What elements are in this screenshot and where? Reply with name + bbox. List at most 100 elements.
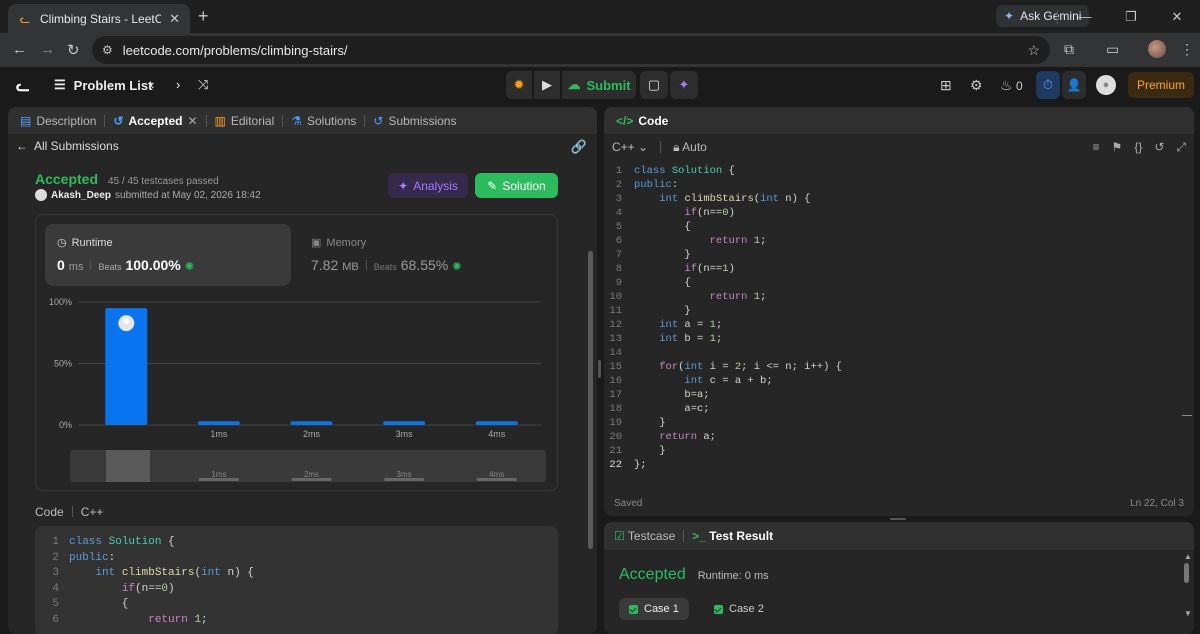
line-number: 6 <box>52 613 59 626</box>
new-tab-icon[interactable]: + <box>198 6 209 27</box>
code-line: 6 return 1; <box>604 234 1194 248</box>
scroll-up-icon[interactable]: ▲ <box>1184 552 1192 561</box>
memory-card[interactable]: ▣ Memory 7.82 MB Beats 68.55% ✺ <box>299 224 545 286</box>
code-line: 10 return 1; <box>604 290 1194 304</box>
problem-list-button[interactable]: ☰ Problem List <box>54 77 152 93</box>
chevron-down-icon: ⌄ <box>638 140 649 154</box>
scroll-down-icon[interactable]: ▼ <box>1184 609 1192 618</box>
expand-icon[interactable]: ⤢ <box>1176 140 1186 155</box>
language-select[interactable]: C++ ⌄ <box>612 140 648 154</box>
debug-icon[interactable]: ✹ <box>506 71 532 99</box>
bookmark-icon[interactable]: ⚑ <box>1112 140 1123 155</box>
vertical-resize-handle[interactable] <box>598 360 601 378</box>
timer-icon[interactable]: ⏱ <box>1036 71 1060 99</box>
cloud-upload-icon: ☁ <box>567 77 581 92</box>
scrollbar[interactable]: ▲ ▼ <box>1184 552 1192 632</box>
chart-bar <box>475 421 518 425</box>
chrome-menu-icon[interactable]: ⋮ <box>1180 41 1194 58</box>
code-text: class Solution { <box>634 165 735 177</box>
leetcode-logo-icon[interactable]: ᓚ <box>16 76 34 95</box>
shuffle-icon[interactable]: ⤨ <box>198 77 208 93</box>
analysis-button[interactable]: ✦ Analysis <box>388 173 468 198</box>
url-text[interactable]: leetcode.com/problems/climbing-stairs/ <box>123 43 348 58</box>
reload-icon[interactable]: ↻ <box>67 41 80 59</box>
divider <box>660 141 662 153</box>
add-user-icon[interactable]: 👤 <box>1062 71 1086 99</box>
line-number: 13 <box>609 333 622 345</box>
browser-tab[interactable]: ᓚ Climbing Stairs - LeetCode ✕ <box>8 4 190 33</box>
run-icon[interactable]: ▶ <box>534 71 560 99</box>
extensions-icon[interactable]: ⧉ <box>1064 41 1074 58</box>
ai-sparkle-icon[interactable]: ✦ <box>670 71 698 99</box>
runtime-card[interactable]: ◷ Runtime 0 ms Beats 100.00% ✺ <box>45 224 291 286</box>
copy-link-icon[interactable]: 🔗 <box>571 139 587 155</box>
tab-test-result[interactable]: >_ Test Result <box>692 529 773 543</box>
username[interactable]: Akash_Deep <box>51 190 111 201</box>
reset-icon[interactable]: ↺ <box>1154 140 1164 155</box>
submit-button[interactable]: ☁ Submit <box>562 71 636 99</box>
scroll-thumb[interactable] <box>1184 563 1189 583</box>
bookmark-star-icon[interactable]: ☆ <box>1027 42 1040 59</box>
scrollbar[interactable] <box>588 251 593 549</box>
layout-icon[interactable]: ⊞ <box>940 77 952 94</box>
x-tick-label: 3ms <box>396 429 414 439</box>
settings-gear-icon[interactable]: ⚙ <box>970 77 983 94</box>
close-tab-icon[interactable]: ✕ <box>169 11 180 27</box>
streak-count: 0 <box>1016 79 1023 93</box>
editor-toolbar: C++ ⌄ 🔒︎ Auto ≡ ⚑ {} ↺ ⤢ <box>604 134 1194 160</box>
horizontal-resize-handle[interactable] <box>890 518 906 520</box>
line-number: 12 <box>609 319 622 331</box>
minimize-icon[interactable]: — <box>1062 9 1108 24</box>
notes-icon[interactable]: ▢ <box>640 71 668 99</box>
auto-mode[interactable]: 🔒︎ Auto <box>673 140 707 155</box>
tab-description[interactable]: ▤ Description <box>16 114 100 128</box>
code-text: { <box>634 221 691 233</box>
close-tab-icon[interactable]: ✕ <box>187 114 197 128</box>
case-1-button[interactable]: Case 1 <box>619 598 689 620</box>
user-avatar[interactable]: ● <box>1096 75 1116 95</box>
memory-beats: 68.55% <box>400 257 449 273</box>
code-text: int climbStairs(int n) { <box>95 567 254 579</box>
tab-editorial[interactable]: ▥ Editorial <box>211 114 279 128</box>
code-line: 2 public: <box>604 178 1194 192</box>
memory-label: Memory <box>326 236 367 249</box>
tab-accepted[interactable]: ↺ Accepted ✕ <box>109 114 201 128</box>
line-number: 3 <box>615 193 622 205</box>
code-lang: C++ <box>80 505 104 519</box>
editor-code-area[interactable]: 1 class Solution {2 public: 3 int climbStai… <box>604 164 1194 472</box>
omnibox[interactable]: ⚙ leetcode.com/problems/climbing-stairs/… <box>92 36 1050 64</box>
close-window-icon[interactable]: ✕ <box>1154 9 1200 25</box>
streak-fire-icon[interactable]: ♨ <box>1000 77 1013 94</box>
line-number: 4 <box>615 207 622 219</box>
next-problem-icon[interactable]: › <box>176 77 180 92</box>
premium-button[interactable]: Premium <box>1128 72 1194 98</box>
language-value: C++ <box>612 140 635 154</box>
code-text: } <box>634 249 691 261</box>
solution-button[interactable]: ✎ Solution <box>475 173 558 198</box>
tab-code[interactable]: </> Code <box>612 114 672 128</box>
tab-submissions[interactable]: ↺ Submissions <box>369 114 460 128</box>
code-text: public: <box>634 179 679 191</box>
back-arrow-icon[interactable]: ← <box>12 41 27 58</box>
restore-icon[interactable]: ❐ <box>1108 9 1154 25</box>
code-text: int b = 1; <box>659 333 723 345</box>
tab-testcase[interactable]: ☑ Testcase <box>614 529 675 543</box>
code-label: Code <box>35 505 64 519</box>
tab-solutions[interactable]: ⚗ Solutions <box>287 114 360 128</box>
prev-problem-icon[interactable]: ‹ <box>150 77 154 92</box>
user-avatar <box>35 189 47 201</box>
braces-icon[interactable]: {} <box>1134 140 1142 155</box>
profile-avatar[interactable] <box>1148 40 1166 58</box>
runtime-unit: ms <box>68 261 84 273</box>
case-2-button[interactable]: Case 2 <box>704 598 774 620</box>
tab-accepted-label: Accepted <box>128 113 183 128</box>
editor-header: </> Code <box>604 107 1194 134</box>
format-icon[interactable]: ≡ <box>1093 140 1100 155</box>
y-tick-label: 50% <box>54 359 72 369</box>
site-info-icon[interactable]: ⚙ <box>102 43 113 57</box>
tab-search-icon[interactable]: ▭ <box>1106 41 1119 58</box>
forward-arrow-icon[interactable]: → <box>40 41 55 58</box>
all-submissions-link[interactable]: ← All Submissions <box>8 134 597 158</box>
line-number: 3 <box>52 567 59 579</box>
submission-panel: ▤ Description ↺ Accepted ✕ ▥ Editorial ⚗… <box>8 107 597 634</box>
